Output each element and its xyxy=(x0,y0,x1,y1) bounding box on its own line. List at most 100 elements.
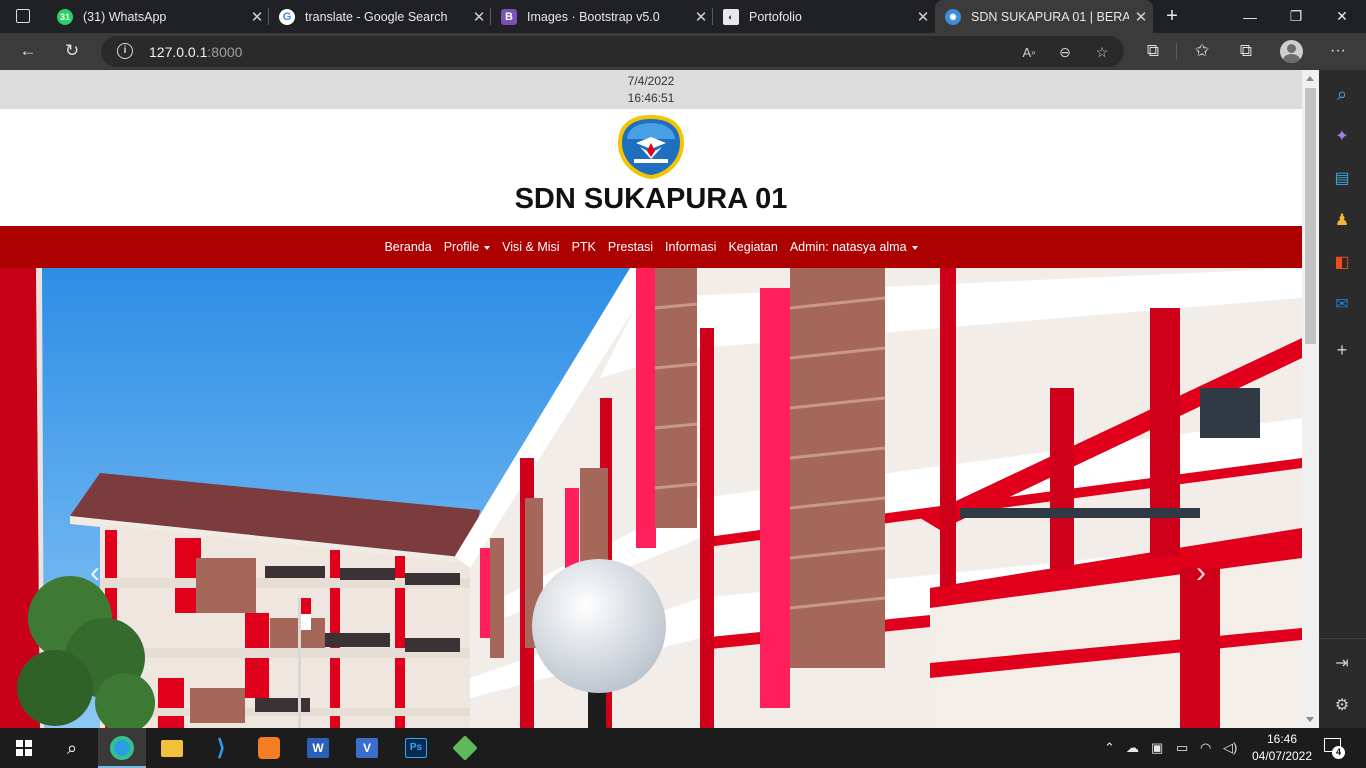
system-clock[interactable]: 16:46 04/07/2022 xyxy=(1246,731,1318,765)
taskbar-word[interactable]: W xyxy=(294,728,342,768)
start-button[interactable] xyxy=(0,728,48,768)
tab-title: SDN SUKAPURA 01 | BERANDA xyxy=(971,9,1129,24)
carousel-next-icon[interactable]: › xyxy=(1196,556,1206,590)
current-time: 16:46:51 xyxy=(627,91,675,105)
current-date: 7/4/2022 xyxy=(627,74,675,88)
address-url[interactable]: 127.0.0.1:8000 xyxy=(149,44,242,60)
page-icon: ◐ xyxy=(723,8,739,25)
site-info-icon[interactable]: i xyxy=(117,43,133,59)
close-icon[interactable]: ✕ xyxy=(467,8,491,26)
school-building-photo xyxy=(0,268,1302,728)
collections-icon[interactable]: ⧉ xyxy=(1232,39,1260,63)
notification-center-button[interactable]: 4 xyxy=(1322,738,1346,760)
edge-icon xyxy=(110,736,134,760)
extensions-icon[interactable]: ⧉ xyxy=(1139,39,1167,63)
volume-icon[interactable]: ◁) xyxy=(1223,740,1237,756)
search-button[interactable]: ⌕ xyxy=(48,728,96,768)
main-navbar: Beranda Profile Visi & Misi PTK Prestasi… xyxy=(0,226,1302,268)
maximize-button[interactable]: ❐ xyxy=(1273,0,1319,33)
read-aloud-icon[interactable]: A» xyxy=(1018,41,1040,63)
nav-ptk[interactable]: PTK xyxy=(572,240,596,254)
tab-whatsapp[interactable]: 31 (31) WhatsApp ✕ xyxy=(47,0,269,33)
taskbar-file-explorer[interactable] xyxy=(148,728,196,768)
tab-title: (31) WhatsApp xyxy=(83,9,167,24)
browser-toolbar: ← ↻ i 127.0.0.1:8000 A» ⊖ ☆ ⧉ ✩ ⧉ ··· xyxy=(0,33,1366,70)
discover-icon[interactable]: ✦ xyxy=(1331,125,1353,147)
tab-sdn-sukapura[interactable]: ◉ SDN SUKAPURA 01 | BERANDA ✕ xyxy=(935,0,1153,33)
nav-informasi[interactable]: Informasi xyxy=(665,240,716,254)
notification-count: 4 xyxy=(1332,746,1345,759)
show-hidden-icons-icon[interactable]: ⌃ xyxy=(1104,740,1115,756)
visio-icon: V xyxy=(356,738,378,758)
carousel-prev-icon[interactable]: ‹ xyxy=(90,556,100,590)
add-favorite-icon[interactable]: ☆ xyxy=(1091,41,1113,63)
search-icon[interactable]: ⌕ xyxy=(1331,83,1353,105)
back-icon[interactable]: ← xyxy=(14,39,42,63)
word-icon: W xyxy=(307,738,329,758)
nav-beranda[interactable]: Beranda xyxy=(384,240,431,254)
meet-now-icon[interactable]: ▣ xyxy=(1151,740,1163,756)
onedrive-icon[interactable]: ☁ xyxy=(1126,740,1139,756)
add-icon[interactable]: + xyxy=(1331,339,1353,361)
tab-title: translate - Google Search xyxy=(305,9,448,24)
nav-kegiatan[interactable]: Kegiatan xyxy=(728,240,777,254)
nav-profile[interactable]: Profile xyxy=(444,240,491,254)
minimize-button[interactable]: — xyxy=(1227,0,1273,33)
tools-icon[interactable]: ▤ xyxy=(1331,167,1353,189)
nav-visi-misi[interactable]: Visi & Misi xyxy=(502,240,559,254)
hide-sidebar-icon[interactable]: ⇥ xyxy=(1331,652,1353,674)
zoom-icon[interactable]: ⊖ xyxy=(1054,41,1076,63)
google-icon: G xyxy=(279,8,295,25)
games-icon[interactable]: ♟ xyxy=(1331,209,1353,231)
battery-icon[interactable]: ▭ xyxy=(1176,740,1188,756)
git-app-icon xyxy=(452,735,478,761)
close-window-button[interactable]: ✕ xyxy=(1319,0,1365,33)
tab-portofolio[interactable]: ◐ Portofolio ✕ xyxy=(713,0,935,33)
profile-avatar[interactable] xyxy=(1280,40,1303,63)
taskbar-visio[interactable]: V xyxy=(343,728,391,768)
nav-admin[interactable]: Admin: natasya alma xyxy=(790,240,918,254)
new-tab-button[interactable]: + xyxy=(1161,4,1183,28)
more-menu-icon[interactable]: ··· xyxy=(1324,39,1352,63)
tab-google[interactable]: G translate - Google Search ✕ xyxy=(269,0,491,33)
taskbar-edge[interactable] xyxy=(98,728,146,768)
page-scrollbar[interactable] xyxy=(1302,70,1319,728)
vscode-icon: ⟩ xyxy=(216,735,226,760)
close-icon[interactable]: ✕ xyxy=(1129,8,1153,26)
whatsapp-icon: 31 xyxy=(57,8,73,25)
hero-carousel[interactable]: ‹ › xyxy=(0,268,1302,728)
scroll-up-icon[interactable] xyxy=(1306,76,1314,81)
browser-tab-strip: 31 (31) WhatsApp ✕ G translate - Google … xyxy=(0,0,1366,33)
refresh-icon[interactable]: ↻ xyxy=(58,39,86,63)
caret-down-icon xyxy=(911,245,918,250)
address-bar[interactable]: i 127.0.0.1:8000 A» ⊖ ☆ xyxy=(101,36,1124,67)
office-icon[interactable]: ◧ xyxy=(1331,251,1353,273)
clock-date: 04/07/2022 xyxy=(1251,749,1313,763)
close-icon[interactable]: ✕ xyxy=(911,8,935,26)
taskbar-vscode[interactable]: ⟩ xyxy=(197,728,245,768)
taskbar-xampp[interactable] xyxy=(245,728,293,768)
tab-actions-icon[interactable] xyxy=(16,9,30,23)
bootstrap-icon: B xyxy=(501,8,517,25)
taskbar-photoshop[interactable]: Ps xyxy=(392,728,440,768)
close-icon[interactable]: ✕ xyxy=(245,8,269,26)
windows-taskbar: ⌕ ⟩ W V Ps ⌃ ☁ ▣ ▭ ◠ ◁) 16:46 04/07/2022… xyxy=(0,728,1366,768)
site-header: SDN SUKAPURA 01 xyxy=(0,109,1302,226)
school-name: SDN SUKAPURA 01 xyxy=(514,183,788,215)
scroll-thumb[interactable] xyxy=(1305,88,1316,344)
clock-time: 16:46 xyxy=(1266,732,1298,746)
tut-wuri-handayani-logo xyxy=(618,115,684,179)
caret-down-icon xyxy=(484,245,491,250)
tab-bootstrap[interactable]: B Images · Bootstrap v5.0 ✕ xyxy=(491,0,713,33)
close-icon[interactable]: ✕ xyxy=(689,8,713,26)
windows-icon xyxy=(16,740,32,756)
photoshop-icon: Ps xyxy=(405,738,427,758)
taskbar-git-app[interactable] xyxy=(441,728,489,768)
nav-prestasi[interactable]: Prestasi xyxy=(608,240,653,254)
scroll-down-icon[interactable] xyxy=(1306,717,1314,722)
wifi-icon[interactable]: ◠ xyxy=(1200,740,1211,756)
outlook-icon[interactable]: ✉ xyxy=(1331,293,1353,315)
favorites-icon[interactable]: ✩ xyxy=(1188,39,1216,63)
settings-icon[interactable]: ⚙ xyxy=(1331,694,1353,716)
tab-title: Images · Bootstrap v5.0 xyxy=(527,9,660,24)
